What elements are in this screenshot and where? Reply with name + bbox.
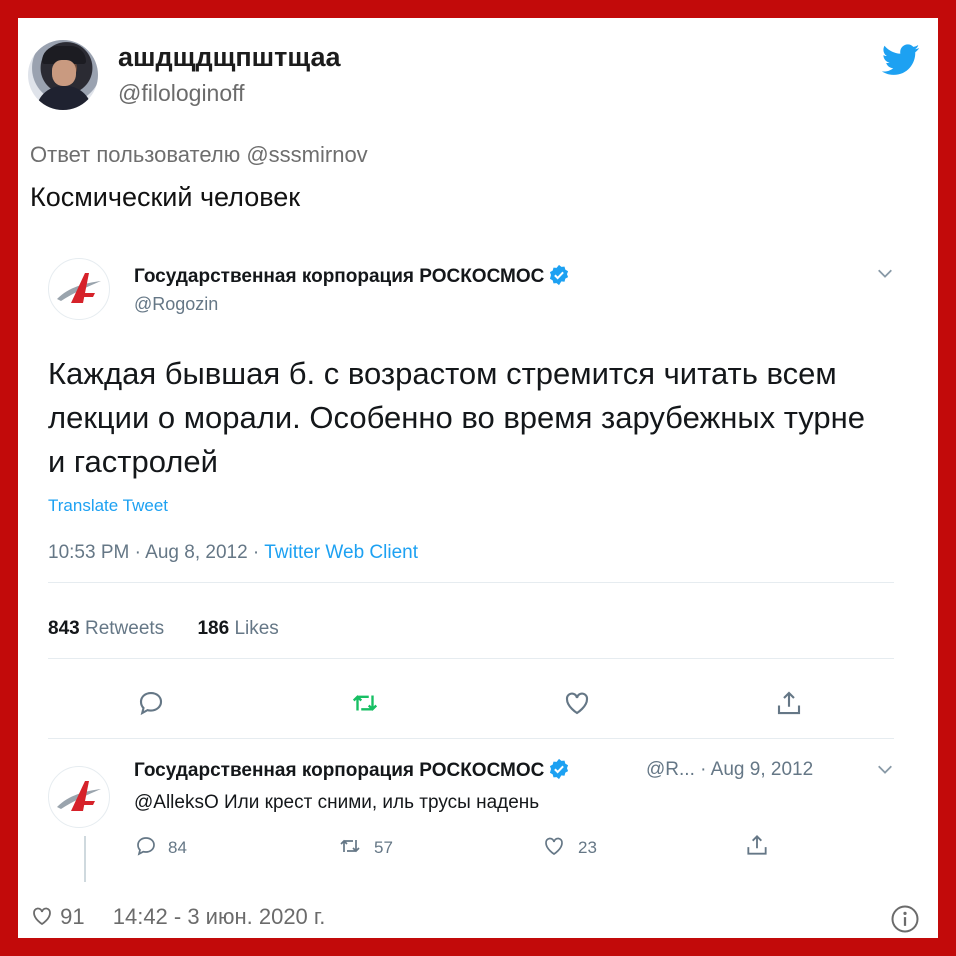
like-count: 23 <box>578 838 597 857</box>
retweets-label: Retweets <box>84 618 165 639</box>
tweet-card: ашдщдщпштщаа @filologinoff Ответ пользов… <box>18 18 938 938</box>
tweet-stats: 843 Retweets 186 Likes <box>48 618 279 640</box>
author-handle[interactable]: @filologinoff <box>118 80 245 107</box>
reply-handle-date[interactable]: @R... · Aug 9, 2012 <box>646 759 813 781</box>
retweets-count: 843 <box>48 618 80 639</box>
quoted-author-name-text: Государственная корпорация РОСКОСМОС <box>134 266 545 287</box>
likes-count: 186 <box>197 618 230 639</box>
share-icon[interactable] <box>744 832 770 858</box>
reply-author-name-text: Государственная корпорация РОСКОСМОС <box>134 760 545 781</box>
chevron-down-icon[interactable] <box>876 760 894 778</box>
divider <box>48 738 894 739</box>
reply-author-name[interactable]: Государственная корпорация РОСКОСМОС <box>134 758 570 782</box>
footer-timestamp[interactable]: 14:42 - 3 июн. 2020 г. <box>113 904 326 929</box>
thread-line <box>84 836 86 882</box>
share-icon[interactable] <box>774 688 804 718</box>
reply-icon[interactable] <box>134 834 158 858</box>
reply-tweet-text: @AlleksO Или крест сними, иль трусы наде… <box>134 792 540 813</box>
translate-tweet-link[interactable]: Translate Tweet <box>48 496 168 516</box>
tweet-text: Космический человек <box>30 182 301 212</box>
reply-to-label[interactable]: Ответ пользователю @sssmirnov <box>30 142 368 168</box>
twitter-bird-icon[interactable] <box>882 44 920 76</box>
retweet-icon[interactable] <box>350 688 380 718</box>
quoted-tweet-text: Каждая бывшая б. с возрастом стремится ч… <box>48 356 866 479</box>
footer-like-count: 91 <box>60 904 85 929</box>
tweet-meta: 10:53 PM · Aug 8, 2012 · Twitter Web Cli… <box>48 542 418 564</box>
quoted-author-handle[interactable]: @Rogozin <box>134 294 218 315</box>
like-heart-icon[interactable] <box>562 688 592 718</box>
retweet-count: 57 <box>374 838 393 857</box>
avatar[interactable] <box>28 40 98 110</box>
reply-count: 84 <box>168 838 187 857</box>
tweet-timestamp[interactable]: 10:53 PM · Aug 8, 2012 · <box>48 542 264 563</box>
reply-icon[interactable] <box>136 688 166 718</box>
divider <box>48 658 894 659</box>
author-name[interactable]: ашдщдщпштщаа <box>118 42 341 73</box>
divider <box>48 582 894 583</box>
tweet-footer: 91 14:42 - 3 июн. 2020 г. <box>30 904 325 930</box>
verified-badge-icon <box>550 758 569 780</box>
retweets-stat[interactable]: 843 Retweets <box>48 618 164 639</box>
chevron-down-icon[interactable] <box>876 264 894 282</box>
likes-label: Likes <box>234 618 279 639</box>
retweet-icon[interactable] <box>338 834 362 858</box>
like-heart-icon[interactable] <box>542 834 566 858</box>
roscosmos-logo[interactable] <box>48 766 110 828</box>
verified-badge-icon <box>550 264 569 286</box>
tweet-client-link[interactable]: Twitter Web Client <box>264 542 418 563</box>
likes-stat[interactable]: 186 Likes <box>197 618 278 639</box>
roscosmos-logo[interactable] <box>48 258 110 320</box>
info-icon[interactable] <box>890 904 920 934</box>
quoted-author-name[interactable]: Государственная корпорация РОСКОСМОС <box>134 264 570 288</box>
like-heart-icon[interactable] <box>30 904 54 928</box>
